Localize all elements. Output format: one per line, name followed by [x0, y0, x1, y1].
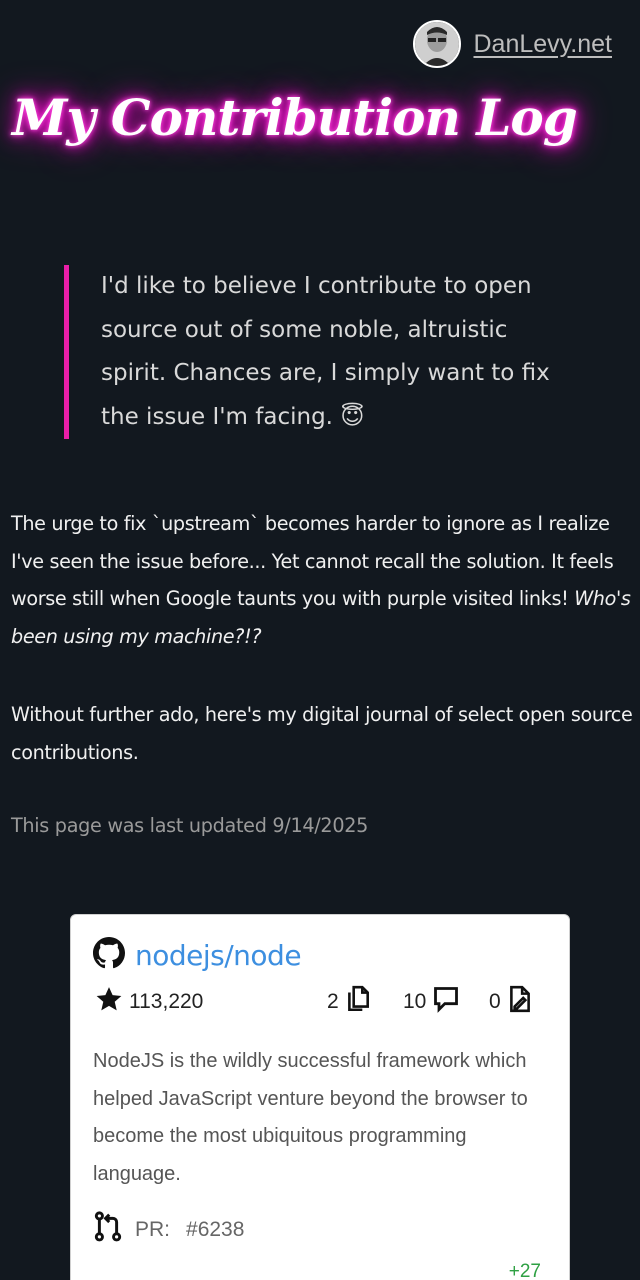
- comment-icon: [432, 985, 460, 1019]
- files-count: 2: [327, 990, 339, 1013]
- comments-count: 10: [403, 990, 427, 1013]
- github-icon: [93, 937, 125, 974]
- pr-label: PR:: [135, 1218, 171, 1241]
- file-edit-icon: [507, 985, 533, 1019]
- repo-stats: 113,220 2 10 0: [95, 985, 541, 1019]
- files-stat: 2: [327, 985, 371, 1019]
- repo-header: nodejs/node: [93, 937, 302, 974]
- page: DanLevy.net My Contribution Log I'd like…: [0, 0, 640, 1280]
- repo-description: NodeJS is the wildly successful framewor…: [93, 1050, 528, 1185]
- page-title: My Contribution Log: [12, 88, 578, 147]
- stars-count: 113,220: [129, 990, 204, 1013]
- comments-stat: 10: [403, 985, 460, 1019]
- intro-paragraph: The urge to fix `upstream` becomes harde…: [11, 505, 636, 655]
- last-updated-text: This page was last updated 9/14/2025: [11, 814, 369, 837]
- quote-text: I'd like to believe I contribute to open…: [101, 273, 550, 430]
- site-header: DanLevy.net: [413, 20, 612, 68]
- journal-paragraph: Without further ado, here's my digital j…: [11, 703, 633, 764]
- edits-count: 0: [489, 990, 501, 1013]
- edits-stat: 0: [489, 985, 533, 1019]
- avatar[interactable]: [413, 20, 462, 68]
- stars-stat: 113,220: [95, 985, 203, 1019]
- pull-request-icon: [93, 1211, 123, 1249]
- star-icon: [95, 985, 123, 1019]
- files-icon: [345, 985, 371, 1019]
- intro-paragraph-text: The urge to fix `upstream` becomes harde…: [11, 512, 614, 610]
- repo-link[interactable]: nodejs/node: [135, 939, 302, 972]
- halo-emoji: 😇: [340, 403, 365, 430]
- pull-request-row: PR: #6238: [93, 1211, 244, 1249]
- pr-number-link[interactable]: #6238: [186, 1218, 244, 1242]
- site-home-link[interactable]: DanLevy.net: [473, 30, 612, 59]
- intro-blockquote: I'd like to believe I contribute to open…: [64, 265, 564, 439]
- contribution-card: nodejs/node 113,220 2 10 0 NodeJS is the…: [70, 914, 570, 1280]
- additions-count: +27: [508, 1261, 541, 1280]
